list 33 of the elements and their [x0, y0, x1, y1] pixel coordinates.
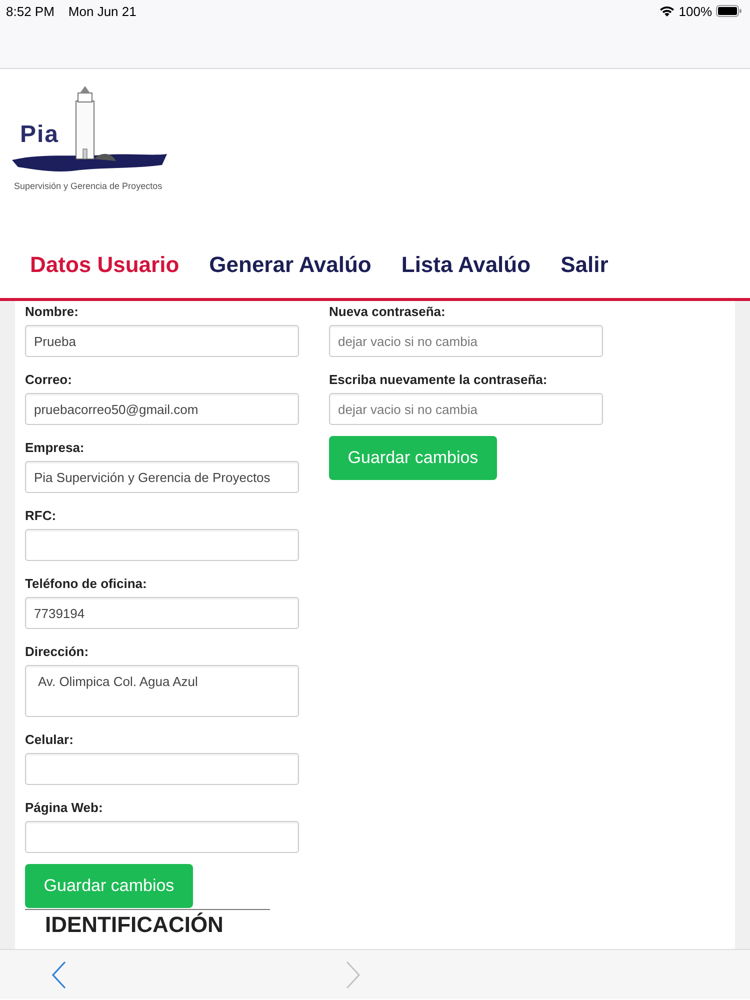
field-label: Página Web: [25, 800, 104, 816]
field-label: Empresa: [25, 440, 86, 456]
logo-tagline: Supervisión y Gerencia de Proyectos [13, 181, 164, 191]
field-label: Nueva contraseña: [329, 304, 446, 320]
wifi-icon [658, 5, 675, 17]
field-label: Correo: [25, 372, 73, 388]
field-label: Celular: [25, 732, 74, 748]
field-label: Escriba nuevamente la contraseña: [329, 372, 548, 388]
field-label: Nombre: [25, 304, 80, 320]
section-heading: IDENTIFICACIÓN [44, 912, 224, 938]
nav-link[interactable]: Lista Avalúo [401, 252, 531, 278]
input-field[interactable]: Pia Supervición y Gerencia de Proyectos [25, 461, 299, 493]
input-field[interactable]: 7739194 [25, 597, 299, 629]
back-button[interactable] [51, 960, 67, 988]
status-date: Mon Jun 21 [68, 4, 136, 18]
input-field[interactable]: Prueba [25, 325, 299, 357]
field-label: Teléfono de oficina: [25, 576, 148, 592]
input-field[interactable] [25, 529, 299, 561]
text-area[interactable]: Av. Olimpica Col. Agua Azul [25, 665, 299, 717]
nav-link[interactable]: Salir [560, 252, 608, 278]
battery-icon [716, 5, 742, 17]
nav-link[interactable]: Generar Avalúo [209, 252, 372, 278]
field-label: Dirección: [25, 644, 90, 660]
input-field[interactable]: pruebacorreo50@gmail.com [25, 393, 299, 425]
input-field[interactable] [25, 753, 299, 785]
input-field[interactable]: dejar vacio si no cambia [329, 325, 603, 357]
input-field[interactable] [25, 821, 299, 853]
field-label: RFC: [25, 508, 58, 524]
nav-link[interactable]: Datos Usuario [30, 252, 180, 278]
input-field[interactable]: dejar vacio si no cambia [329, 393, 603, 425]
battery-percent: 100% [678, 4, 712, 18]
status-time: 8:52 PM [6, 4, 54, 18]
logo: Pia [12, 81, 172, 181]
